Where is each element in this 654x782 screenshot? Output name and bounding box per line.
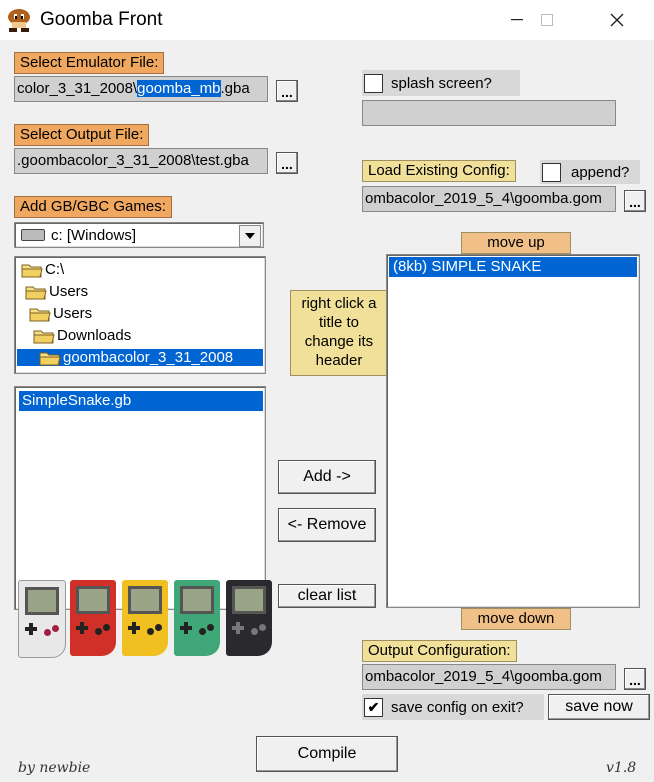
open-folder-icon [39, 350, 61, 366]
splash-screen-toggle[interactable]: splash screen? [362, 70, 520, 96]
output-browse-button[interactable]: ... [276, 152, 298, 174]
move-up-button[interactable]: move up [461, 232, 571, 254]
header-hint: right click a title to change its header [290, 290, 388, 376]
tree-item-users-1[interactable]: Users [25, 283, 88, 300]
load-config-path-field[interactable]: ombacolor_2019_5_4\goomba.gom [362, 186, 616, 212]
splash-checkbox[interactable] [364, 73, 383, 93]
drive-select-value: c: [Windows] [51, 226, 137, 244]
add-button[interactable]: Add -> [278, 460, 376, 494]
rom-list[interactable]: (8kb) SIMPLE SNAKE [386, 254, 640, 608]
gameboy-white-image [18, 580, 66, 658]
output-path-field[interactable]: .goombacolor_3_31_2008\test.gba [14, 148, 268, 174]
output-config-browse-button[interactable]: ... [624, 668, 646, 690]
gameboy-red-image [70, 580, 116, 656]
tree-item-label: Downloads [57, 327, 132, 344]
compile-button[interactable]: Compile [256, 736, 398, 772]
drive-select[interactable]: c: [Windows] [14, 222, 264, 248]
window-title: Goomba Front [40, 9, 163, 30]
open-folder-icon [21, 262, 43, 278]
author-credit: by newbie [18, 760, 91, 776]
open-folder-icon [25, 284, 47, 300]
tree-item-downloads[interactable]: Downloads [33, 327, 131, 344]
tree-item-users-2[interactable]: Users [29, 305, 92, 322]
emulator-path-before: color_3_31_2008\ [17, 80, 138, 97]
remove-button[interactable]: <- Remove [278, 508, 376, 542]
tree-item-label: Users [53, 305, 93, 322]
checkmark-icon: ✔ [367, 699, 380, 715]
save-on-exit-label: save config on exit? [391, 698, 524, 716]
drive-icon [21, 229, 45, 241]
tree-item-goombacolor[interactable]: goombacolor_3_31_2008 [17, 349, 263, 366]
splash-path-field[interactable] [362, 100, 616, 126]
list-item[interactable]: SimpleSnake.gb [19, 391, 263, 411]
emulator-path-selected: goomba_mb [137, 80, 221, 97]
gameboy-black-image [226, 580, 272, 656]
gameboy-yellow-image [122, 580, 168, 656]
load-config-label: Load Existing Config: [362, 160, 516, 182]
append-label: append? [571, 163, 630, 181]
tree-item-label: C:\ [45, 261, 65, 278]
open-folder-icon [29, 306, 51, 322]
save-on-exit-checkbox[interactable]: ✔ [364, 697, 383, 717]
folder-tree[interactable]: C:\ Users Users Downloads goombacolor_3_… [14, 256, 266, 374]
list-item[interactable]: (8kb) SIMPLE SNAKE [389, 257, 637, 277]
emulator-path-after: .gba [220, 80, 250, 97]
select-output-label: Select Output File: [14, 124, 150, 146]
move-down-button[interactable]: move down [461, 608, 571, 630]
append-toggle[interactable]: append? [540, 160, 640, 184]
maximize-button[interactable] [524, 0, 570, 40]
gameboy-green-image [174, 580, 220, 656]
version-label: v1.8 [606, 760, 637, 776]
close-button[interactable] [594, 0, 640, 40]
load-config-browse-button[interactable]: ... [624, 190, 646, 212]
emulator-browse-button[interactable]: ... [276, 80, 298, 102]
clear-list-button[interactable]: clear list [278, 584, 376, 608]
emulator-path-field[interactable]: color_3_31_2008\goomba_mb.gba [14, 76, 268, 102]
tree-item-label: goombacolor_3_31_2008 [63, 349, 234, 366]
tree-item-root[interactable]: C:\ [21, 261, 64, 278]
select-emulator-label: Select Emulator File: [14, 52, 165, 74]
add-games-label: Add GB/GBC Games: [14, 196, 172, 218]
splash-label: splash screen? [391, 74, 492, 92]
save-on-exit-toggle[interactable]: ✔ save config on exit? [362, 694, 544, 720]
output-config-label: Output Configuration: [362, 640, 517, 662]
save-now-button[interactable]: save now [548, 694, 650, 720]
output-config-path-field[interactable]: ombacolor_2019_5_4\goomba.gom [362, 664, 616, 690]
append-checkbox[interactable] [542, 162, 561, 182]
goomba-app-icon [6, 7, 32, 33]
tree-item-label: Users [49, 283, 89, 300]
game-file-list[interactable]: SimpleSnake.gb [14, 386, 266, 610]
open-folder-icon [33, 328, 55, 344]
chevron-down-icon[interactable] [239, 225, 261, 247]
title-bar[interactable]: Goomba Front [0, 0, 654, 40]
